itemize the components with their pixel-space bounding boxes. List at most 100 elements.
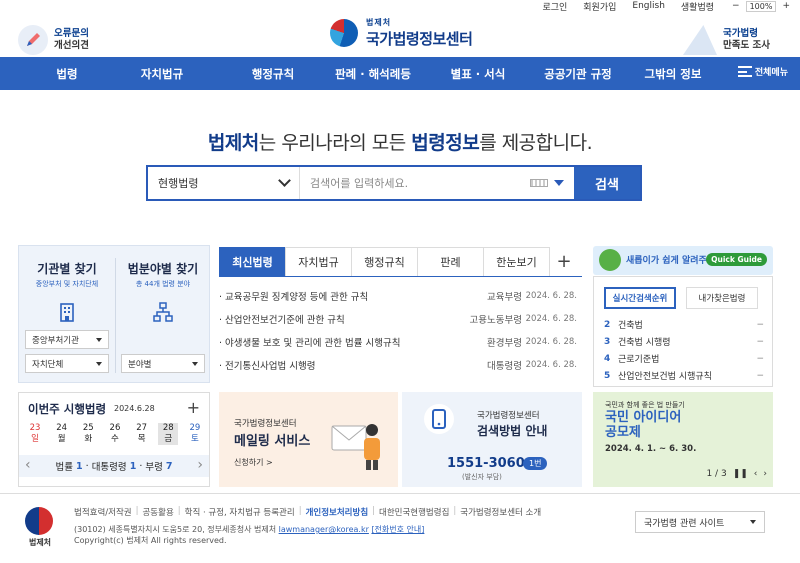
person-mail-icon (326, 412, 386, 470)
rank-item[interactable]: 2 건축법 − (604, 316, 764, 333)
headline-bold1: 법제처 (207, 132, 259, 154)
list-item[interactable]: · 산업안전보건기준에 관한 규칙 고용노동부령 2024. 6. 28. (219, 307, 582, 330)
idea-contest-banner[interactable]: 국민과 함께 좋은 법 만들기 국민 아이디어 공모제 2024. 4. 1. ~… (593, 392, 773, 487)
survey-link[interactable]: 국가법령 만족도 조사 (682, 25, 770, 55)
tab-admin-rule[interactable]: 행정규칙 (351, 247, 418, 276)
zoom-out-button[interactable]: − (730, 1, 742, 11)
mailing-service-banner[interactable]: 국가법령정보센터 메일링 서비스 신청하기 > (219, 392, 398, 487)
tab-latest-law[interactable]: 최신법령 (219, 247, 286, 276)
day-cell[interactable]: 26 수 (105, 423, 125, 445)
search-button[interactable]: 검색 (574, 167, 640, 199)
rank-item[interactable]: 5 산업안전보건법 시행규칙 − (604, 367, 764, 384)
rank-item[interactable]: 3 건축법 시행령 − (604, 333, 764, 350)
day-cell[interactable]: 27 목 (132, 423, 152, 445)
footer-link-copyright[interactable]: 법적효력/저작권 (74, 506, 132, 518)
field-select[interactable]: 분야별 (121, 354, 205, 373)
prev-week-arrow-icon[interactable]: ‹ (25, 457, 31, 473)
search-type-value: 현행법령 (158, 177, 199, 190)
footer-address-text: (30102) 세종특별자치시 도움5로 20, 정부세종청사 법제처 (74, 525, 279, 534)
related-sites-select[interactable]: 국가법령 관련 사이트 (635, 511, 765, 533)
list-item[interactable]: · 전기통신사업법 시행령 대통령령 2024. 6. 28. (219, 353, 582, 376)
tab-local-law[interactable]: 자치법규 (285, 247, 352, 276)
footer-links: 법적효력/저작권 | 공동활용 | 학직 · 규정, 자치법규 등록관리 | 개인정보… (74, 506, 542, 518)
join-link[interactable]: 회원가입 (583, 0, 616, 13)
idea-banner-line1: 국민과 함께 좋은 법 만들기 (605, 401, 685, 409)
footer-phone-link[interactable]: [전화번호 안내] (371, 525, 424, 534)
nav-other-info[interactable]: 그밖의 정보 (628, 66, 718, 82)
day-cell-selected[interactable]: 28 금 (158, 423, 179, 445)
footer-link-about[interactable]: 국가법령정보센터 소개 (460, 506, 541, 518)
zoom-in-button[interactable]: + (780, 1, 792, 11)
main-navigation: 법령 자치법규 행정규칙 판례 · 해석례등 별표 · 서식 공공기관 규정 그… (0, 57, 800, 90)
nav-precedent[interactable]: 판례 · 해석례등 (318, 66, 428, 82)
search-bar: 현행법령 검색 (146, 165, 642, 201)
weekly-more-button[interactable]: + (187, 398, 200, 417)
search-type-select[interactable]: 현행법령 (148, 167, 300, 199)
day-cell[interactable]: 25 화 (78, 423, 98, 445)
quick-guide-banner[interactable]: 새롭이가 쉽게 알려주는 국법 Quick Guide (593, 246, 773, 275)
nav-public-rule[interactable]: 공공기관 규정 (528, 66, 628, 82)
summary-law-count[interactable]: 1 (76, 461, 83, 472)
day-cell[interactable]: 29 토 (185, 423, 205, 445)
org-finder-sub: 중앙부처 및 자치단체 (35, 280, 99, 288)
footer-link-registration[interactable]: 학직 · 규정, 자치법규 등록관리 (185, 506, 295, 518)
nav-local-law[interactable]: 자치법규 (96, 66, 228, 82)
headline-text2: 를 제공합니다. (479, 132, 593, 154)
mailing-apply-link[interactable]: 신청하기 > (234, 457, 273, 468)
life-law-link[interactable]: 생활법령 (681, 0, 714, 13)
day-cell[interactable]: 24 월 (52, 423, 72, 445)
tab-more-plus-icon[interactable]: + (549, 247, 579, 276)
error-report-link[interactable]: 오류문의 개선의견 (18, 25, 89, 55)
next-week-arrow-icon[interactable]: › (197, 457, 203, 473)
tab-my-laws[interactable]: 내가찾은법령 (686, 287, 758, 309)
utility-bar: 로그인 회원가입 English 생활법령 − 100% + (542, 0, 792, 13)
search-guide-banner[interactable]: 국가법령정보센터 검색방법 안내 1551-3060 1번 (발신자 부담) (402, 392, 582, 487)
search-guide-phone: 1551-3060 (447, 456, 525, 471)
logo-big-text: 국가법령정보센터 (366, 30, 473, 48)
summary-decree-count[interactable]: 1 (130, 461, 137, 472)
logo-small-text: 법제처 (366, 18, 392, 27)
field-finder-sub: 총 44개 법령 분야 (135, 280, 191, 288)
phone-icon (424, 404, 454, 434)
tab-realtime-rank[interactable]: 실시간검색순위 (604, 287, 676, 309)
english-link[interactable]: English (632, 1, 665, 11)
summary-ordinance-count[interactable]: 7 (166, 461, 173, 472)
mailing-banner-title: 메일링 서비스 (234, 434, 311, 449)
survey-line2: 만족도 조사 (722, 40, 770, 51)
pause-icon[interactable]: ❚❚ (733, 469, 748, 479)
rank-item[interactable]: 4 근로기준법 − (604, 350, 764, 367)
ranking-panel: 실시간검색순위 내가찾은법령 2 건축법 − 3 건축법 시행령 − 4 근로기준법 − 5… (593, 276, 773, 387)
footer-divider (0, 493, 800, 494)
search-input[interactable] (300, 167, 530, 199)
nav-law[interactable]: 법령 (38, 66, 96, 82)
org-central-select[interactable]: 중앙부처기관 (25, 330, 109, 349)
nav-table-form[interactable]: 별표 · 서식 (428, 66, 528, 82)
footer-link-sharing[interactable]: 공동활용 (142, 506, 173, 518)
quick-guide-button[interactable]: Quick Guide (706, 253, 767, 266)
list-item[interactable]: · 야생생물 보호 및 관리에 관한 법률 시행규칙 환경부령 2024. 6. 2… (219, 330, 582, 353)
site-logo[interactable]: 법제처 국가법령정보센터 (330, 17, 473, 49)
headline-bold2: 법령정보 (411, 132, 480, 154)
next-arrow-icon[interactable]: › (763, 469, 767, 479)
keyboard-icon[interactable] (530, 179, 548, 187)
mailing-banner-line1: 국가법령정보센터 (234, 419, 297, 429)
tab-overview[interactable]: 한눈보기 (483, 247, 550, 276)
footer-email-link[interactable]: lawmanager@korea.kr (279, 525, 369, 534)
footer-link-code[interactable]: 대한민국현행법령집 (379, 506, 449, 518)
tab-precedent[interactable]: 판례 (417, 247, 484, 276)
latest-law-list: · 교육공무원 징계양정 등에 관한 규칙 교육부령 2024. 6. 28. · … (219, 284, 582, 376)
org-local-select[interactable]: 자치단체 (25, 354, 109, 373)
footer-link-privacy[interactable]: 개인정보처리방침 (306, 506, 369, 518)
login-link[interactable]: 로그인 (542, 0, 567, 13)
day-cell[interactable]: 23 일 (25, 423, 45, 445)
survey-icon (682, 25, 717, 55)
search-guide-extension: 1번 (523, 457, 548, 470)
idea-banner-title: 국민 아이디어 공모제 (605, 410, 682, 440)
nav-admin-rule[interactable]: 행정규칙 (228, 66, 318, 82)
all-menu-button[interactable]: 전체메뉴 (737, 65, 788, 78)
list-item[interactable]: · 교육공무원 징계양정 등에 관한 규칙 교육부령 2024. 6. 28. (219, 284, 582, 307)
prev-arrow-icon[interactable]: ‹ (754, 469, 758, 479)
search-history-dropdown-icon[interactable] (554, 180, 564, 186)
search-guide-line1: 국가법령정보센터 (477, 411, 540, 421)
banner-page-indicator: 1 / 3 (706, 469, 727, 479)
